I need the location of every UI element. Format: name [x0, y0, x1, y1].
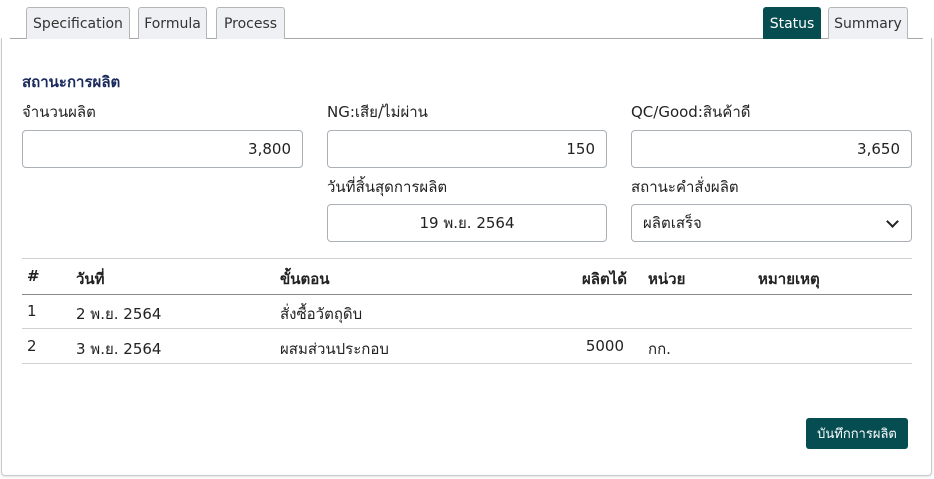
row-output: 5000: [585, 337, 624, 355]
row-unit: กก.: [648, 340, 671, 358]
tab-specification[interactable]: Specification: [26, 7, 130, 39]
good-qty-label: QC/Good:สินค้าดี: [631, 103, 751, 121]
row-date: 3 พ.ย. 2564: [76, 340, 162, 358]
end-date-input[interactable]: 19 พ.ย. 2564: [327, 204, 607, 242]
tab-process[interactable]: Process: [216, 7, 285, 39]
row-step: ผสมส่วนประกอบ: [280, 340, 389, 358]
row-divider: [22, 328, 912, 329]
row-index: 2: [27, 337, 37, 355]
row-index: 1: [27, 302, 37, 320]
production-qty-label: จำนวนผลิต: [22, 103, 96, 121]
col-header-output: ผลิตได้: [581, 270, 627, 288]
col-header-index: #: [27, 267, 40, 285]
good-qty-input[interactable]: 3,650: [631, 130, 912, 168]
table-header-border: [22, 294, 912, 295]
row-step: สั่งซื้อวัตถุดิบ: [280, 305, 363, 323]
row-date: 2 พ.ย. 2564: [76, 305, 162, 323]
chevron-down-icon: [886, 214, 899, 228]
row-divider: [22, 363, 912, 364]
ng-qty-label: NG:เสีย/ไม่ผ่าน: [327, 103, 428, 121]
section-title: สถานะการผลิต: [22, 73, 121, 91]
col-header-note: หมายเหตุ: [758, 270, 820, 288]
col-header-step: ขั้นตอน: [280, 270, 330, 288]
tab-status[interactable]: Status: [763, 7, 821, 39]
tab-panel: [1, 38, 932, 476]
ng-qty-input[interactable]: 150: [327, 130, 607, 168]
tab-formula[interactable]: Formula: [138, 7, 207, 39]
table-top-border: [22, 258, 912, 259]
order-status-value: ผลิตเสร็จ: [643, 214, 702, 232]
order-status-label: สถานะคำสั่งผลิต: [631, 178, 739, 196]
production-qty-input[interactable]: 3,800: [22, 130, 303, 168]
save-production-button[interactable]: บันทึกการผลิต: [806, 418, 908, 449]
order-status-select[interactable]: ผลิตเสร็จ: [631, 204, 912, 242]
end-date-label: วันที่สิ้นสุดการผลิต: [327, 178, 448, 196]
tab-summary[interactable]: Summary: [828, 7, 908, 39]
col-header-date: วันที่: [76, 270, 105, 288]
col-header-unit: หน่วย: [648, 270, 686, 288]
